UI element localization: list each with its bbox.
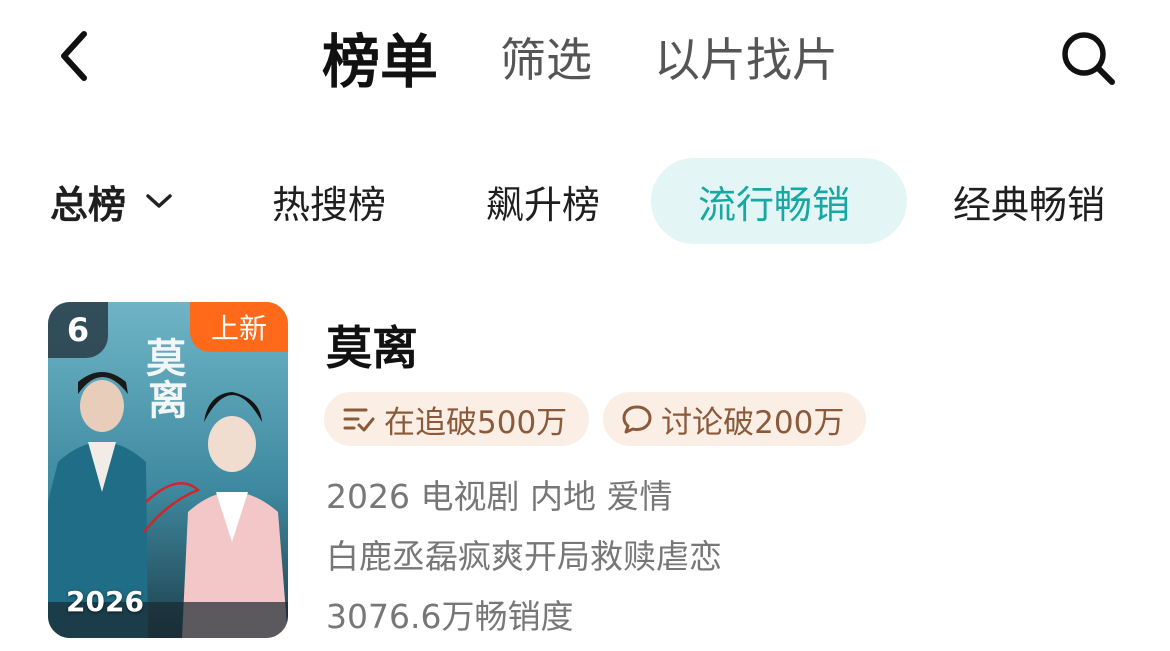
svg-text:离: 离 [148, 377, 188, 424]
discussion-tag-label: 讨论破200万 [661, 404, 845, 441]
category-classic-bestseller[interactable]: 经典畅销 [953, 158, 1105, 244]
category-popular-bestseller[interactable]: 流行畅销 [698, 158, 850, 244]
category-tabs: 总榜 热搜榜 飙升榜 流行畅销 经典畅销 [0, 158, 1170, 244]
poster-title-art: 莫 [146, 335, 186, 382]
back-button[interactable] [44, 26, 104, 86]
poster-year: 2026 [66, 585, 144, 618]
show-title[interactable]: 莫离 [326, 312, 418, 378]
search-button[interactable] [1056, 26, 1120, 90]
tab-filter[interactable]: 筛选 [500, 24, 592, 90]
top-nav: 榜单 筛选 以片找片 [322, 22, 900, 96]
tab-ranking[interactable]: 榜单 [322, 15, 438, 99]
category-rising[interactable]: 飙升榜 [486, 158, 600, 244]
following-tag: 在追破500万 [324, 392, 590, 446]
ranking-page: 榜单 筛选 以片找片 总榜 热搜榜 飙升榜 流行畅销 经典畅销 莫 离 6 上新… [0, 0, 1170, 651]
new-badge: 上新 [190, 302, 288, 352]
chat-bubble-icon [622, 405, 652, 434]
rank-badge: 6 [48, 302, 108, 358]
category-hot-search[interactable]: 热搜榜 [272, 158, 386, 244]
show-meta: 2026 电视剧 内地 爱情 [326, 477, 673, 516]
chevron-down-icon [144, 191, 174, 211]
search-icon [1062, 32, 1115, 85]
tag-row: 在追破500万 讨论破200万 [324, 392, 880, 446]
following-tag-label: 在追破500万 [384, 404, 568, 441]
poster-image[interactable]: 莫 离 6 上新 2026 [48, 302, 288, 638]
category-dropdown[interactable]: 总榜 [50, 158, 174, 244]
category-dropdown-label: 总榜 [50, 182, 127, 227]
discussion-tag: 讨论破200万 [603, 392, 867, 446]
chevron-left-icon [61, 31, 87, 81]
list-check-icon [343, 408, 375, 432]
sales-score: 3076.6万畅销度 [326, 597, 574, 636]
show-description: 白鹿丞磊疯爽开局救赎虐恋 [326, 537, 722, 576]
tab-find-by-film[interactable]: 以片找片 [654, 24, 838, 90]
